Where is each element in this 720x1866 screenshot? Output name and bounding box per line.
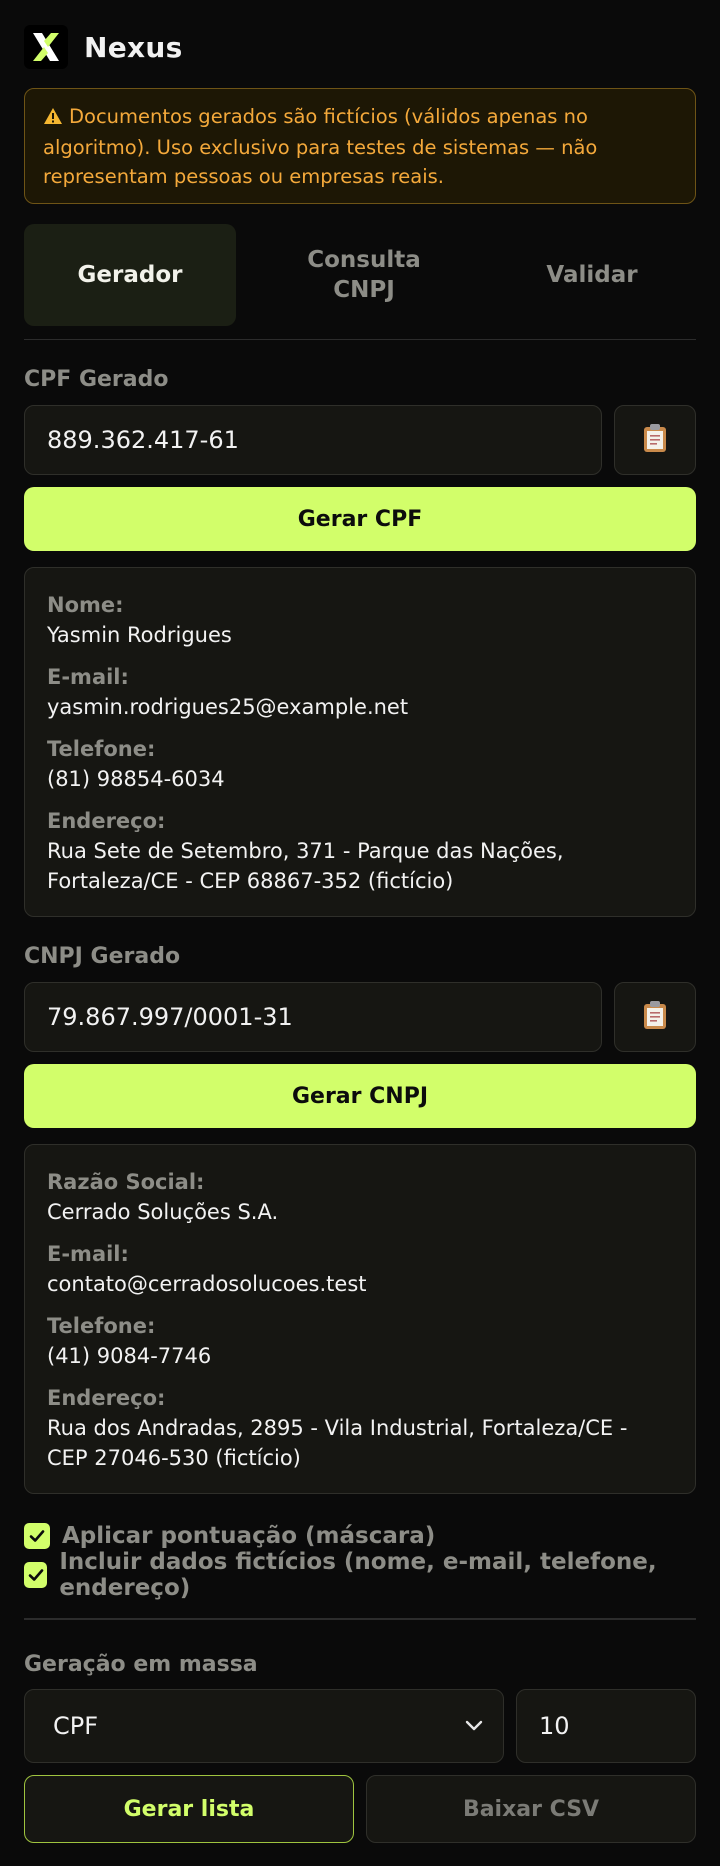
mask-option-label: Aplicar pontuação (máscara) <box>62 1523 436 1549</box>
bulk-quantity-value: 10 <box>539 1712 570 1740</box>
brand-name: Nexus <box>84 30 183 64</box>
cnpj-value: 79.867.997/0001-31 <box>47 1003 293 1031</box>
cnpj-output-field[interactable]: 79.867.997/0001-31 <box>24 982 602 1052</box>
main-tabs: Gerador Consulta CNPJ Validar <box>24 224 696 340</box>
cpf-email-label: E-mail: <box>47 665 129 689</box>
section-divider <box>24 1618 696 1620</box>
cpf-details-card: Nome: Yasmin Rodrigues E-mail: yasmin.ro… <box>24 567 696 917</box>
tab-consulta-cnpj[interactable]: Consulta CNPJ <box>264 224 464 326</box>
copy-cnpj-button[interactable] <box>614 982 696 1052</box>
cpf-phone-value: (81) 98854-6034 <box>47 767 225 791</box>
clipboard-icon <box>642 423 668 457</box>
chevron-down-icon <box>463 1714 485 1742</box>
cpf-name-label: Nome: <box>47 593 124 617</box>
copy-cpf-button[interactable] <box>614 405 696 475</box>
checkmark-icon <box>28 1569 43 1581</box>
generate-list-button[interactable]: Gerar lista <box>24 1775 354 1843</box>
cnpj-details-card: Razão Social: Cerrado Soluções S.A. E-ma… <box>24 1144 696 1494</box>
cnpj-company-label: Razão Social: <box>47 1170 205 1194</box>
cnpj-company-value: Cerrado Soluções S.A. <box>47 1200 279 1224</box>
generate-cnpj-button[interactable]: Gerar CNPJ <box>24 1064 696 1128</box>
download-csv-button[interactable]: Baixar CSV <box>366 1775 696 1843</box>
tab-gerador[interactable]: Gerador <box>24 224 236 326</box>
x-logo-icon <box>24 25 68 69</box>
cnpj-email-label: E-mail: <box>47 1242 129 1266</box>
cnpj-phone-label: Telefone: <box>47 1314 156 1338</box>
warning-icon <box>43 103 63 133</box>
app-header: Nexus <box>24 24 183 70</box>
cnpj-email-value: contato@cerradosolucoes.test <box>47 1272 367 1296</box>
disclaimer-text: Documentos gerados são fictícios (válido… <box>43 105 598 188</box>
cpf-address-value: Rua Sete de Setembro, 371 - Parque das N… <box>47 839 564 893</box>
mask-option[interactable]: Aplicar pontuação (máscara) <box>24 1520 435 1552</box>
bulk-type-value: CPF <box>53 1712 99 1740</box>
fake-data-option-label: Incluir dados fictícios (nome, e-mail, t… <box>59 1549 657 1601</box>
cnpj-address-label: Endereço: <box>47 1386 166 1410</box>
generate-cpf-button[interactable]: Gerar CPF <box>24 487 696 551</box>
checkmark-icon <box>29 1530 45 1542</box>
disclaimer-banner: Documentos gerados são fictícios (válido… <box>24 88 696 204</box>
clipboard-icon <box>642 1000 668 1034</box>
bulk-section-label: Geração em massa <box>24 1652 258 1677</box>
tab-validar[interactable]: Validar <box>488 224 696 326</box>
cpf-phone-label: Telefone: <box>47 737 156 761</box>
mask-checkbox[interactable] <box>24 1523 50 1549</box>
cpf-section-label: CPF Gerado <box>24 367 169 392</box>
bulk-quantity-input[interactable]: 10 <box>516 1689 696 1763</box>
cpf-name-value: Yasmin Rodrigues <box>47 623 232 647</box>
cpf-address-label: Endereço: <box>47 809 166 833</box>
fake-data-option[interactable]: Incluir dados fictícios (nome, e-mail, t… <box>24 1549 720 1601</box>
cpf-value: 889.362.417-61 <box>47 426 239 454</box>
tab-consulta-cnpj-label: Consulta CNPJ <box>307 247 421 303</box>
fake-data-checkbox[interactable] <box>24 1562 48 1588</box>
cpf-email-value: yasmin.rodrigues25@example.net <box>47 695 409 719</box>
cnpj-phone-value: (41) 9084-7746 <box>47 1344 212 1368</box>
cnpj-section-label: CNPJ Gerado <box>24 944 181 969</box>
bulk-type-select[interactable]: CPF <box>24 1689 504 1763</box>
cnpj-address-value: Rua dos Andradas, 2895 - Vila Industrial… <box>47 1416 628 1470</box>
cpf-output-field[interactable]: 889.362.417-61 <box>24 405 602 475</box>
